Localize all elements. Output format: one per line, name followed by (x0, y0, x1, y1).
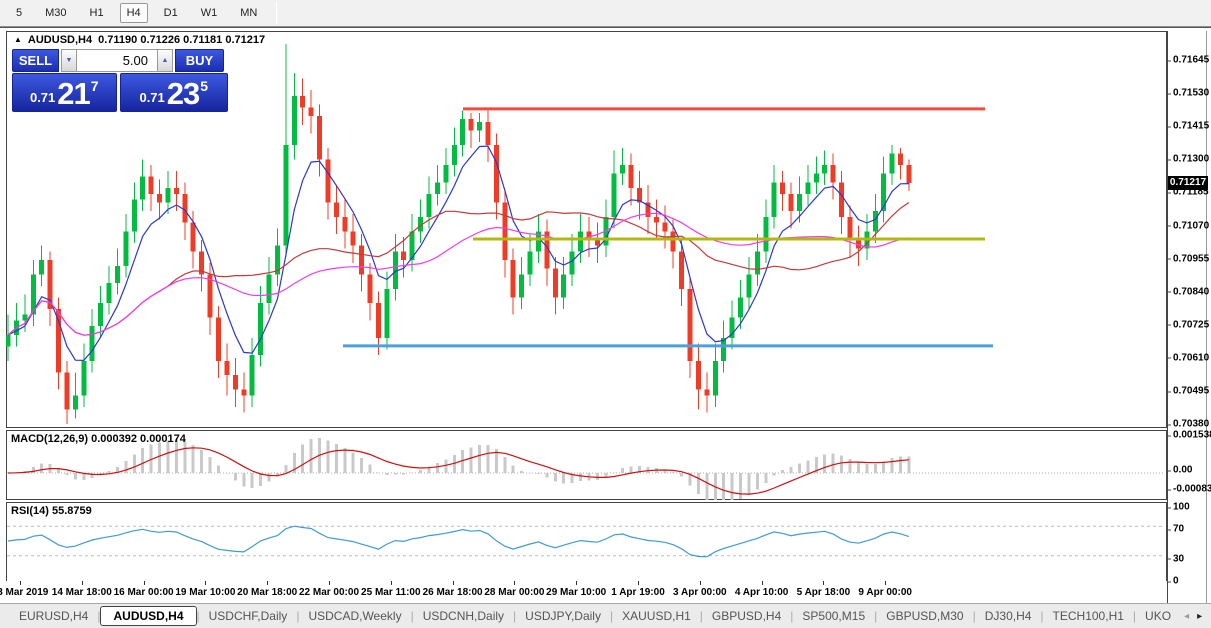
price-tick-label: 0.71645 (1167, 54, 1210, 66)
chart-tab-eurusd-h4[interactable]: EURUSD,H4 (10, 606, 97, 626)
date-tick (20, 581, 21, 585)
chart-tab-usdjpy-daily[interactable]: USDJPY,Daily (516, 606, 610, 626)
macd-tick-label: -0.000835 (1167, 484, 1211, 495)
tab-scroll-right-icon[interactable]: ▸ (1193, 611, 1206, 622)
ask-price-big: 23 (166, 76, 200, 112)
date-tick (329, 581, 330, 585)
sell-button[interactable]: SELL (12, 49, 59, 72)
timeframe-button-mn[interactable]: MN (233, 3, 264, 23)
chart-ohlc-values: 0.71190 0.71226 0.71181 0.71217 (98, 34, 266, 46)
ask-quote-panel[interactable]: 0.71 23 5 (119, 73, 228, 112)
chart-tab-bar: EURUSD,H4 | AUDUSD,H4 | USDCHF,Daily | USDCAD,… (0, 603, 1211, 628)
volume-down-icon: ▼ (65, 57, 73, 64)
date-tick (638, 581, 639, 585)
timeframe-button-w1[interactable]: W1 (194, 3, 225, 23)
toolbar-separator (276, 2, 278, 24)
price-tick-label: 0.70610 (1167, 352, 1210, 364)
buy-button[interactable]: BUY (175, 49, 224, 72)
date-tick (267, 581, 269, 585)
bid-price-prefix: 0.71 (29, 90, 56, 105)
bid-quote-panel[interactable]: 0.71 21 7 (12, 73, 117, 112)
price-tick-label: 0.71530 (1167, 87, 1210, 99)
price-tick-label: 0.70955 (1167, 253, 1210, 265)
price-tick-label: 0.70495 (1167, 385, 1210, 397)
chart-symbol-title: AUDUSD,H4 (27, 34, 93, 46)
date-tick (81, 581, 83, 585)
price-tick-label: 0.70840 (1167, 286, 1210, 298)
chart-tab-uko[interactable]: UKO (1136, 606, 1180, 626)
volume-up-button[interactable]: ▲ (157, 49, 173, 72)
chart-window: ▲ AUDUSD,H4 0.71190 0.71226 0.71181 0.71… (0, 27, 1211, 603)
date-tick (205, 581, 207, 585)
rsi-tick-label: 0 (1168, 575, 1179, 587)
chart-tab-xauusd-h1[interactable]: XAUUSD,H1 (613, 606, 700, 626)
chart-header: ▲ AUDUSD,H4 0.71190 0.71226 0.71181 0.71… (14, 34, 265, 46)
volume-up-icon: ▲ (161, 57, 169, 64)
date-tick (823, 581, 825, 585)
chart-tab-tech100-h1[interactable]: TECH100,H1 (1044, 606, 1133, 626)
macd-tick-label: 0.001538 (1168, 430, 1211, 441)
price-tick-label: 0.71415 (1167, 120, 1210, 132)
chart-tab-sp500-m15[interactable]: SP500,M15 (793, 606, 874, 626)
ask-price-prefix: 0.71 (139, 90, 165, 105)
date-tick (885, 581, 887, 585)
timeframe-button-h1[interactable]: H1 (83, 3, 111, 23)
volume-down-button[interactable]: ▼ (61, 49, 77, 72)
ask-price-pip: 5 (200, 78, 209, 94)
price-tick-label: 0.71185 (1168, 186, 1209, 198)
price-tick-label: 0.70725 (1167, 319, 1210, 331)
date-tick (514, 581, 516, 585)
date-axis[interactable]: 13 Mar 201914 Mar 18:0016 Mar 00:0019 Ma… (0, 581, 1167, 603)
chart-tab-usdcad-weekly[interactable]: USDCAD,Weekly (299, 606, 410, 626)
tab-scroll-left-icon[interactable]: ◂ (1180, 611, 1193, 622)
price-axis[interactable]: 0.71217 0.71645 0.71530 0.71415 0.71300 0.71… (1167, 31, 1211, 603)
macd-indicator-label: MACD(12,26,9) 0.000392 0.000174 (11, 433, 186, 445)
chart-tab-audusd-h4[interactable]: AUDUSD,H4 (100, 606, 197, 626)
rsi-tick-label: 70 (1167, 523, 1185, 535)
date-tick-label: 9 Apr 00:00 (858, 587, 912, 598)
date-tick (143, 581, 145, 585)
price-tick-label: 0.71300 (1167, 153, 1210, 165)
mt4-terminal: 5 M30 H1 H4 D1 W1 MN ▲ AUDUSD,H4 0.71190 0.712… (0, 0, 1211, 628)
macd-tick-label: 0.00 (1167, 464, 1193, 476)
date-tick (699, 581, 701, 585)
rsi-indicator-label: RSI(14) 55.8759 (11, 505, 92, 517)
chart-tab-usdcnh-daily[interactable]: USDCNH,Daily (414, 606, 513, 626)
rsi-panel[interactable] (6, 502, 1167, 582)
date-tick (576, 581, 578, 585)
date-tick (390, 581, 392, 585)
timeframe-button-5[interactable]: 5 (9, 3, 29, 23)
timeframe-button-h4[interactable]: H4 (119, 3, 148, 23)
timeframe-button-m30[interactable]: M30 (38, 3, 73, 23)
volume-input[interactable] (77, 49, 157, 72)
price-tick-label: 0.71070 (1167, 220, 1210, 231)
bid-price-big: 21 (57, 76, 90, 112)
date-tick (761, 581, 763, 585)
chart-tab-usdchf-daily[interactable]: USDCHF,Daily (200, 606, 297, 626)
timeframe-button-d1[interactable]: D1 (157, 3, 185, 23)
collapse-panel-icon[interactable]: ▲ (14, 35, 22, 44)
price-tick-label: 0.70380 (1167, 418, 1210, 430)
date-tick (452, 581, 454, 585)
chart-tab-gbpusd-m30[interactable]: GBPUSD,M30 (877, 606, 972, 626)
chart-tab-gbpusd-h4[interactable]: GBPUSD,H4 (703, 606, 790, 626)
rsi-tick-label: 100 (1168, 501, 1190, 513)
timeframe-toolbar: 5 M30 H1 H4 D1 W1 MN (0, 0, 1211, 27)
rsi-tick-label: 30 (1167, 553, 1185, 565)
one-click-trading-panel: SELL ▼ ▲ BUY 0.71 21 7 0.71 23 (12, 49, 228, 112)
bid-price-pip: 7 (90, 78, 99, 94)
chart-tab-dj30-h4[interactable]: DJ30,H4 (976, 606, 1041, 626)
